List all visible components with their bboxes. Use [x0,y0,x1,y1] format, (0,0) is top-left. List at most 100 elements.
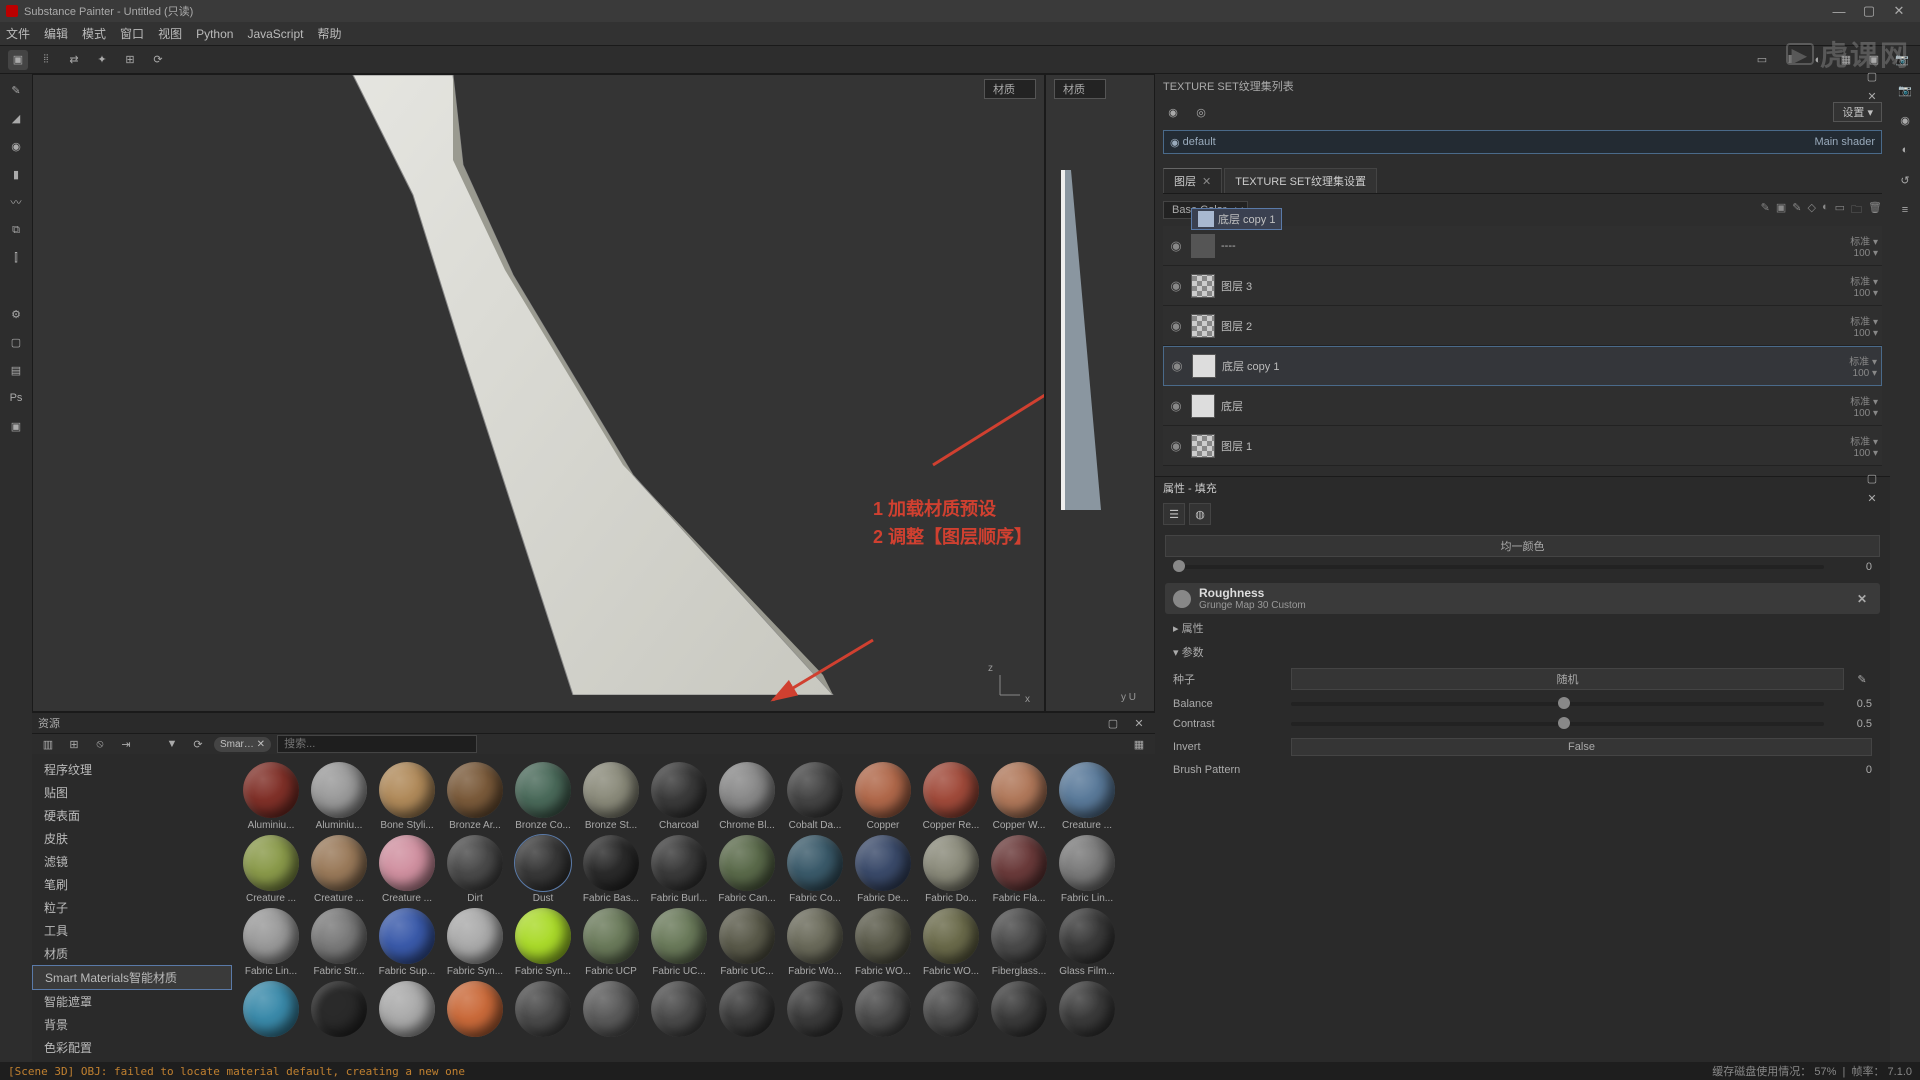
asset-close-icon[interactable]: ✕ [1129,713,1149,733]
asset-category-item[interactable]: 色彩配置 [32,1036,232,1059]
asset-item[interactable]: Bronze St... [578,760,644,831]
layer-opacity[interactable]: 100 ▾ [1837,368,1877,379]
viewport-layout-icon[interactable]: ▣ [8,50,28,70]
layer-blend-mode[interactable]: 标准 ▾ [1837,353,1877,368]
asset-item[interactable] [374,979,440,1039]
asset-item[interactable]: Fabric Fla... [986,833,1052,904]
asset-thumbsize-icon[interactable]: ▦ [1129,734,1149,754]
picker-tool-icon[interactable]: ⫿ [6,248,26,268]
roughness-remove-icon[interactable]: ✕ [1852,589,1872,609]
asset-item[interactable]: Fabric Sup... [374,906,440,977]
asset-item[interactable]: Creature ... [238,833,304,904]
strip-log-icon[interactable]: ≡ [1895,200,1915,220]
asset-item[interactable] [782,979,848,1039]
asset-item[interactable]: Fabric Bas... [578,833,644,904]
asset-category-item[interactable]: Smart Materials智能材质 [32,965,232,990]
shader-row[interactable]: ◉ default Main shader [1163,130,1882,154]
asset-item[interactable]: Aluminiu... [238,760,304,831]
asset-item[interactable]: Fabric Do... [918,833,984,904]
asset-category-item[interactable]: 贴图 [32,781,232,804]
asset-item[interactable] [1054,979,1120,1039]
brush-tool-icon[interactable]: ✎ [6,80,26,100]
asset-item[interactable]: Charcoal [646,760,712,831]
menu-view[interactable]: 视图 [158,25,182,42]
asset-item[interactable]: Fabric Lin... [1054,833,1120,904]
shader-eye-icon[interactable]: ◉ [1170,136,1180,149]
folder-icon[interactable]: ▣ [6,416,26,436]
stencil-icon[interactable]: ▤ [6,360,26,380]
asset-item[interactable]: Creature ... [1054,760,1120,831]
asset-item[interactable]: Glass Film... [1054,906,1120,977]
grid-icon[interactable]: ⦙⦙ [36,50,56,70]
asset-item[interactable]: Creature ... [374,833,440,904]
asset-item[interactable]: Bone Styli... [374,760,440,831]
asset-item[interactable]: Copper Re... [918,760,984,831]
asset-item[interactable]: Fabric Syn... [442,906,508,977]
pivot-icon[interactable]: ✦ [92,50,112,70]
menu-edit[interactable]: 编辑 [44,25,68,42]
asset-item[interactable]: Creature ... [306,833,372,904]
layer-visibility-icon[interactable]: ◉ [1167,398,1185,414]
layer-blend-mode[interactable]: 标准 ▾ [1838,313,1878,328]
asset-item[interactable]: Fabric WO... [850,906,916,977]
viewport-2d[interactable]: 材质 y U [1045,74,1155,712]
asset-item[interactable]: Bronze Co... [510,760,576,831]
asset-item[interactable] [850,979,916,1039]
layer-blend-mode[interactable]: 标准 ▾ [1838,393,1878,408]
asset-item[interactable]: Fabric WO... [918,906,984,977]
props-mode-stack-icon[interactable]: ☰ [1163,503,1185,525]
asset-item[interactable]: Fabric UCP [578,906,644,977]
eraser-tool-icon[interactable]: ◢ [6,108,26,128]
layer-visibility-icon[interactable]: ◉ [1167,238,1185,254]
layer-row[interactable]: ◉图层 3标准 ▾100 ▾ [1163,266,1882,306]
asset-item[interactable]: Fabric Burl... [646,833,712,904]
asset-item[interactable]: Fabric UC... [714,906,780,977]
menu-python[interactable]: Python [196,27,233,41]
asset-item[interactable] [442,979,508,1039]
layer-visibility-icon[interactable]: ◉ [1168,358,1186,374]
asset-category-item[interactable]: 滤镜 [32,850,232,873]
layer-adjustment-icon[interactable]: ◐ [1822,201,1829,220]
maximize-button[interactable]: ▢ [1854,3,1884,19]
layer-blend-mode[interactable]: 标准 ▾ [1838,233,1878,248]
symmetry-icon[interactable]: ⇄ [64,50,84,70]
alpha-icon[interactable]: ▢ [6,332,26,352]
asset-item[interactable]: Chrome Bl... [714,760,780,831]
smudge-tool-icon[interactable]: 〰 [6,192,26,212]
layer-trash-icon[interactable]: 🗑 [1868,201,1882,220]
layer-pen-icon[interactable]: ✎ [1792,201,1801,220]
asset-filter-icon[interactable]: ▼ [162,734,182,754]
invert-toggle[interactable]: False [1291,738,1872,756]
asset-item[interactable] [306,979,372,1039]
layer-visibility-icon[interactable]: ◉ [1167,438,1185,454]
layer-opacity[interactable]: 100 ▾ [1838,408,1878,419]
asset-category-item[interactable]: 智能遮罩 [32,990,232,1013]
menu-window[interactable]: 窗口 [120,25,144,42]
layer-wand-icon[interactable]: ✎ [1761,201,1770,220]
asset-popout-icon[interactable]: ▢ [1103,713,1123,733]
asset-hide-icon[interactable]: ⦸ [90,734,110,754]
asset-item[interactable]: Dirt [442,833,508,904]
asset-item[interactable] [986,979,1052,1039]
layer-addeffect-icon[interactable]: ◇ [1808,201,1816,220]
projection-tool-icon[interactable]: ◉ [6,136,26,156]
close-button[interactable]: ✕ [1884,3,1914,19]
texset-solo-icon[interactable]: ◎ [1191,102,1211,122]
layer-blend-mode[interactable]: 标准 ▾ [1838,273,1878,288]
fill-tool-icon[interactable]: ▮ [6,164,26,184]
asset-newfolder-icon[interactable]: ⊞ [64,734,84,754]
asset-item[interactable]: Cobalt Da... [782,760,848,831]
layer-row[interactable]: ◉底层 copy 1标准 ▾100 ▾ [1163,346,1882,386]
asset-item[interactable]: Fabric Str... [306,906,372,977]
asset-home-icon[interactable]: ▥ [38,734,58,754]
texset-eye-icon[interactable]: ◉ [1163,102,1183,122]
minimize-button[interactable]: — [1824,4,1854,19]
roughness-params-toggle[interactable]: ▾ 参数 [1165,640,1880,664]
asset-category-item[interactable]: 笔刷 [32,873,232,896]
asset-category-item[interactable]: 材质 [32,942,232,965]
asset-category-item[interactable]: 程序纹理 [32,758,232,781]
viewport-3d[interactable]: 材质 1 加载材质预设 [32,74,1045,712]
roughness-attrs-toggle[interactable]: ▸ 属性 [1165,616,1880,640]
layer-row[interactable]: ◉图层 2标准 ▾100 ▾ [1163,306,1882,346]
asset-item[interactable]: Bronze Ar... [442,760,508,831]
